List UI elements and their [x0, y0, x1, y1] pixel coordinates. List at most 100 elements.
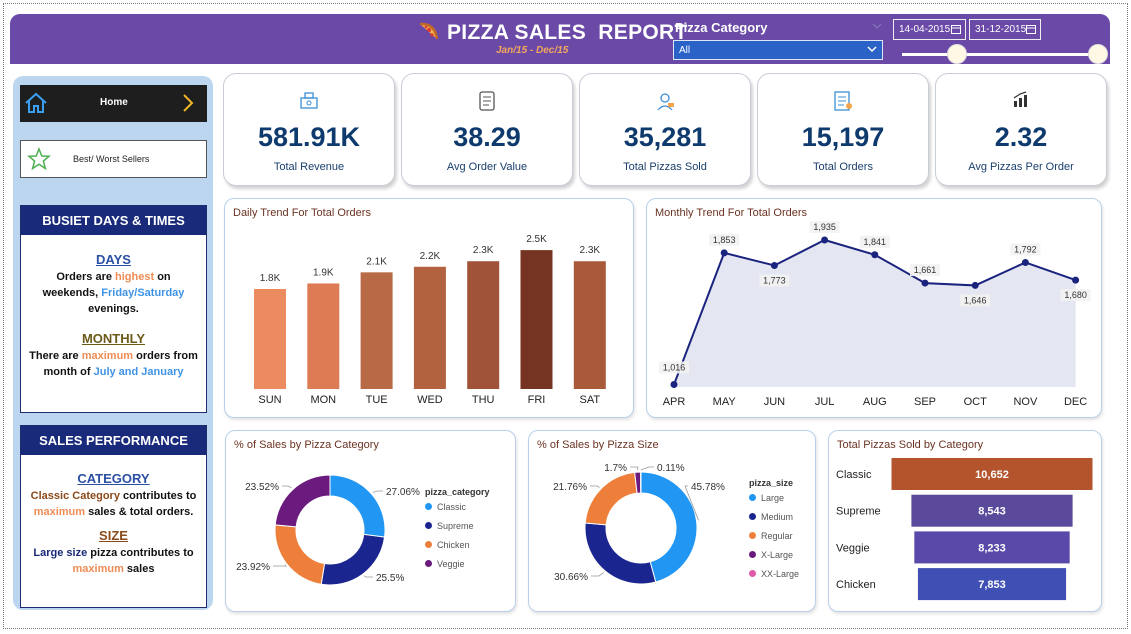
x-tick-label: FRI [528, 394, 546, 406]
data-label: 1,646 [964, 295, 987, 305]
category-label: Supreme [836, 506, 881, 518]
leader-line [372, 490, 383, 493]
legend-item[interactable]: Veggie [425, 554, 490, 573]
leader-line [590, 485, 600, 488]
slice-label: 23.92% [236, 562, 270, 573]
slice-label: 30.66% [554, 572, 588, 583]
legend-label: Large [761, 492, 785, 503]
kpi-label: Total Revenue [273, 161, 345, 173]
data-label: 1.9K [313, 267, 334, 278]
legend-item[interactable]: Chicken [425, 535, 490, 554]
date-end-value: 31-12-2015 [975, 24, 1027, 35]
category-section-title: CATEGORY [77, 471, 150, 486]
legend-item[interactable]: XX-Large [749, 564, 799, 583]
bar-growth-icon [1012, 90, 1030, 113]
bar [360, 272, 393, 389]
legend-marker [425, 541, 432, 548]
kpi-label: Total Pizzas Sold [623, 161, 707, 173]
category-label: Chicken [836, 579, 876, 591]
data-label: 1,680 [1064, 290, 1087, 300]
chevron-down-icon [866, 43, 878, 58]
x-tick-label: SEP [914, 396, 936, 408]
donut-slice [584, 522, 657, 585]
calendar-icon [951, 24, 961, 37]
data-label: 1,935 [813, 222, 836, 232]
slice-label: 45.78% [691, 482, 725, 493]
kpi-card-avg-pizzas-per-order: 2.32 Avg Pizzas Per Order [935, 73, 1107, 186]
legend-marker [749, 551, 756, 558]
pizzas-by-category-panel: Total Pizzas Sold by Category 10,652 Clas… [828, 430, 1102, 612]
money-bag-icon [299, 90, 319, 115]
star-icon [27, 146, 51, 176]
legend-marker [749, 532, 756, 539]
daily-trend-panel: Daily Trend For Total Orders 1.8K SUN 1.9K… [224, 198, 634, 418]
legend-title: pizza_category [425, 487, 490, 497]
monthly-section-title: MONTHLY [81, 331, 146, 346]
chef-icon [654, 90, 676, 117]
best-worst-sellers-label: Best/ Worst Sellers [73, 154, 150, 164]
sales-performance-heading: SALES PERFORMANCE [21, 426, 206, 455]
leader-line [591, 572, 604, 577]
legend-marker [749, 494, 756, 501]
best-worst-sellers-button[interactable]: Best/ Worst Sellers [20, 140, 207, 178]
legend-marker [749, 513, 756, 520]
busiest-days-panel: BUSIET DAYS & TIMES DAYS Orders are high… [20, 205, 207, 413]
legend-item[interactable]: Medium [749, 507, 799, 526]
home-nav-button[interactable]: Home [20, 85, 207, 122]
category-filter-label: Pizza Category [675, 20, 768, 35]
date-start-input[interactable]: 14-04-2015 [893, 19, 966, 40]
monthly-trend-panel: Monthly Trend For Total Orders 1,016 APR 1… [646, 198, 1102, 418]
x-tick-label: NOV [1013, 396, 1038, 408]
kpi-label: Avg Order Value [446, 161, 528, 173]
data-label: 2.2K [420, 251, 441, 262]
legend-marker [749, 570, 756, 577]
category-sales-panel: % of Sales by Pizza Category 27.06% 25.5%… [225, 430, 516, 612]
slider-end-handle[interactable] [1088, 44, 1108, 64]
bar [573, 261, 606, 389]
legend-item[interactable]: X-Large [749, 545, 799, 564]
bar [307, 283, 340, 389]
kpi-value: 2.32 [994, 122, 1048, 152]
data-label: 2.1K [366, 256, 387, 267]
legend-item[interactable]: Supreme [425, 516, 490, 535]
leader-line [640, 466, 654, 471]
slider-start-handle[interactable] [946, 44, 967, 64]
data-point [871, 251, 879, 259]
kpi-card-total-revenue: 581.91K Total Revenue [223, 73, 395, 186]
size-sales-panel: % of Sales by Pizza Size 45.78% 30.66% 21.… [528, 430, 816, 612]
legend-item[interactable]: Large [749, 488, 799, 507]
size-legend: pizza_size Large Medium Regular X-Large XX-L… [749, 478, 799, 583]
legend-marker [425, 560, 432, 567]
bar [467, 261, 500, 389]
pizzas-by-category-chart: 10,652 Classic 8,543 Supreme 8,233 Veggie 7,85… [836, 458, 1093, 601]
donut-slice [584, 471, 638, 526]
legend-label: Medium [761, 511, 794, 522]
category-label: Veggie [836, 542, 870, 554]
category-label: Classic [836, 469, 872, 481]
data-point [821, 236, 829, 244]
size-section-title: SIZE [99, 528, 128, 543]
category-filter-dropdown[interactable]: All [673, 40, 883, 60]
x-tick-label: JUL [815, 396, 835, 408]
legend-item[interactable]: Classic [425, 497, 490, 516]
legend-label: Regular [761, 530, 793, 541]
bar [413, 266, 446, 389]
legend-item[interactable]: Regular [749, 526, 799, 545]
category-filter-value: All [679, 45, 691, 56]
date-end-input[interactable]: 31-12-2015 [969, 19, 1041, 40]
home-nav-label: Home [100, 97, 128, 108]
calendar-icon [1026, 24, 1036, 37]
data-label: 1,773 [763, 275, 786, 285]
data-point [670, 380, 678, 388]
legend-label: Veggie [437, 558, 465, 569]
data-label: 1,792 [1014, 244, 1037, 254]
x-tick-label: SAT [580, 394, 601, 406]
order-list-icon [832, 90, 854, 117]
kpi-label: Total Orders [813, 161, 873, 173]
data-point [1021, 258, 1029, 266]
x-tick-label: APR [663, 396, 686, 408]
x-tick-label: MON [310, 394, 336, 406]
date-range-slider[interactable] [902, 53, 1098, 56]
kpi-value: 35,281 [623, 122, 707, 152]
data-label: 7,853 [978, 579, 1006, 591]
